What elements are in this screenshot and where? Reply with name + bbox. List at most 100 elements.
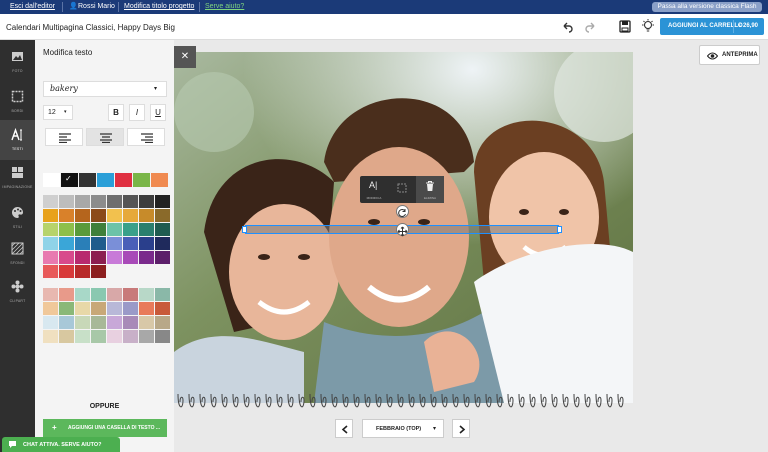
color-swatch[interactable] bbox=[75, 330, 90, 343]
color-swatch[interactable] bbox=[107, 316, 122, 329]
resize-handle-left[interactable] bbox=[242, 226, 247, 233]
color-swatch[interactable] bbox=[75, 265, 90, 278]
color-swatch[interactable] bbox=[97, 173, 114, 187]
color-swatch[interactable] bbox=[107, 237, 122, 250]
color-swatch[interactable] bbox=[91, 237, 106, 250]
edit-title-link[interactable]: Modifica titolo progetto bbox=[124, 3, 194, 10]
color-swatch[interactable] bbox=[107, 209, 122, 222]
sidebar-item-foto[interactable]: FOTO bbox=[0, 42, 35, 82]
user-name[interactable]: Rossi Mario bbox=[78, 3, 115, 10]
tips-bulb-icon[interactable] bbox=[641, 19, 655, 34]
color-swatch[interactable] bbox=[155, 223, 170, 236]
color-swatch[interactable] bbox=[43, 173, 60, 187]
color-swatch[interactable] bbox=[123, 316, 138, 329]
color-swatch[interactable] bbox=[59, 195, 74, 208]
color-swatch[interactable] bbox=[59, 209, 74, 222]
color-swatch[interactable] bbox=[43, 316, 58, 329]
color-swatch[interactable] bbox=[75, 209, 90, 222]
align-left-button[interactable] bbox=[45, 128, 83, 146]
color-swatch[interactable] bbox=[133, 173, 150, 187]
color-swatch[interactable] bbox=[91, 251, 106, 264]
color-swatch[interactable] bbox=[91, 195, 106, 208]
color-swatch[interactable] bbox=[75, 288, 90, 301]
color-swatch[interactable] bbox=[107, 302, 122, 315]
resize-handle-right[interactable] bbox=[557, 226, 562, 233]
color-swatch[interactable] bbox=[123, 237, 138, 250]
underline-button[interactable]: U bbox=[150, 104, 166, 121]
help-link[interactable]: Serve aiuto? bbox=[205, 3, 244, 10]
color-swatch[interactable] bbox=[43, 237, 58, 250]
redo-icon[interactable] bbox=[585, 21, 597, 33]
undo-icon[interactable] bbox=[561, 21, 573, 33]
color-swatch[interactable] bbox=[123, 288, 138, 301]
color-swatch[interactable] bbox=[155, 288, 170, 301]
color-swatch[interactable] bbox=[59, 237, 74, 250]
color-swatch[interactable] bbox=[151, 173, 168, 187]
color-swatch[interactable] bbox=[107, 330, 122, 343]
color-swatch[interactable] bbox=[91, 302, 106, 315]
add-textbox-button[interactable]: + AGGIUNGI UNA CASELLA DI TESTO ... bbox=[43, 419, 167, 437]
color-swatch[interactable] bbox=[75, 316, 90, 329]
color-swatch[interactable] bbox=[139, 251, 154, 264]
color-swatch[interactable] bbox=[43, 302, 58, 315]
color-swatch[interactable] bbox=[139, 288, 154, 301]
color-swatch[interactable] bbox=[59, 251, 74, 264]
sidebar-item-impaginazione[interactable]: IMPAGINAZIONE bbox=[0, 158, 35, 198]
color-swatch[interactable] bbox=[139, 302, 154, 315]
close-panel-button[interactable]: ✕ bbox=[174, 46, 196, 68]
color-swatch[interactable] bbox=[123, 330, 138, 343]
color-swatch[interactable] bbox=[155, 195, 170, 208]
color-swatch[interactable] bbox=[155, 330, 170, 343]
color-swatch[interactable] bbox=[123, 251, 138, 264]
color-swatch[interactable] bbox=[107, 223, 122, 236]
color-swatch[interactable] bbox=[59, 223, 74, 236]
add-to-cart-button[interactable]: AGGIUNGI AL CARRELLO € 26,90 bbox=[660, 18, 764, 35]
color-swatch[interactable] bbox=[91, 223, 106, 236]
color-swatch[interactable] bbox=[59, 316, 74, 329]
bold-button[interactable]: B bbox=[108, 104, 124, 121]
month-select[interactable]: FEBBRAIO (TOP) ▾ bbox=[362, 419, 444, 438]
flash-version-button[interactable]: Passa alla versione classica Flash bbox=[652, 2, 762, 12]
color-swatch[interactable] bbox=[139, 223, 154, 236]
color-swatch[interactable]: ✓ bbox=[61, 173, 78, 187]
color-swatch[interactable] bbox=[123, 302, 138, 315]
color-swatch[interactable] bbox=[43, 209, 58, 222]
color-swatch[interactable] bbox=[155, 302, 170, 315]
color-swatch[interactable] bbox=[115, 173, 132, 187]
color-swatch[interactable] bbox=[59, 288, 74, 301]
color-swatch[interactable] bbox=[107, 251, 122, 264]
color-swatch[interactable] bbox=[91, 330, 106, 343]
color-swatch[interactable] bbox=[43, 265, 58, 278]
color-swatch[interactable] bbox=[59, 330, 74, 343]
italic-button[interactable]: I bbox=[129, 104, 145, 121]
sidebar-item-sfondi[interactable]: SFONDI bbox=[0, 234, 35, 274]
color-swatch[interactable] bbox=[59, 302, 74, 315]
align-center-button[interactable] bbox=[86, 128, 124, 146]
sidebar-item-testi[interactable]: TESTI bbox=[0, 120, 35, 160]
sidebar-item-clipart[interactable]: CLIPART bbox=[0, 272, 35, 312]
edit-text-tool[interactable]: A| MODIFICA bbox=[360, 176, 388, 203]
color-swatch[interactable] bbox=[107, 195, 122, 208]
color-swatch[interactable] bbox=[43, 223, 58, 236]
color-swatch[interactable] bbox=[123, 195, 138, 208]
crop-tool[interactable] bbox=[388, 176, 416, 203]
align-right-button[interactable] bbox=[127, 128, 165, 146]
move-handle[interactable] bbox=[396, 223, 409, 237]
color-swatch[interactable] bbox=[43, 330, 58, 343]
color-swatch[interactable] bbox=[91, 288, 106, 301]
preview-button[interactable]: ANTEPRIMA bbox=[699, 45, 760, 65]
color-swatch[interactable] bbox=[155, 209, 170, 222]
color-swatch[interactable] bbox=[75, 251, 90, 264]
color-swatch[interactable] bbox=[91, 316, 106, 329]
color-swatch[interactable] bbox=[75, 223, 90, 236]
font-select[interactable]: bakery ▾ bbox=[43, 81, 167, 97]
font-size-select[interactable]: 12 ▾ bbox=[43, 105, 73, 120]
color-swatch[interactable] bbox=[155, 251, 170, 264]
next-page-button[interactable] bbox=[452, 419, 470, 438]
color-swatch[interactable] bbox=[43, 195, 58, 208]
color-swatch[interactable] bbox=[75, 237, 90, 250]
color-swatch[interactable] bbox=[43, 251, 58, 264]
exit-editor-link[interactable]: Esci dall'editor bbox=[10, 3, 55, 10]
color-swatch[interactable] bbox=[43, 288, 58, 301]
color-swatch[interactable] bbox=[139, 209, 154, 222]
